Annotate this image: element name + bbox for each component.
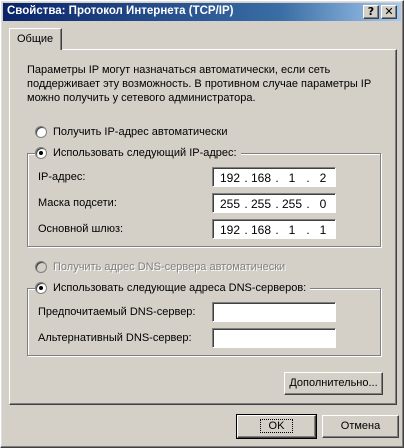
tab-general[interactable]: Общие <box>9 28 62 50</box>
cancel-button[interactable]: Отмена <box>322 415 399 438</box>
radio-dns-manual-button[interactable] <box>35 282 47 294</box>
default-gateway-label: Основной шлюз: <box>38 223 124 235</box>
advanced-button[interactable]: Дополнительно... <box>284 372 383 395</box>
ip-address-octet-2: 168 <box>250 171 272 185</box>
radio-ip-auto-button[interactable] <box>35 126 47 138</box>
radio-ip-manual[interactable]: Использовать следующий IP-адрес: <box>35 146 241 160</box>
help-button[interactable]: ? <box>363 5 379 19</box>
radio-dns-auto-label: Получить адрес DNS-сервера автоматически <box>53 261 286 273</box>
subnet-mask-octet-3: 255 <box>281 197 303 211</box>
alternate-dns-label: Альтернативный DNS-сервер: <box>38 332 192 344</box>
ip-address-octet-3: 1 <box>288 171 296 185</box>
preferred-dns-label: Предпочитаемый DNS-сервер: <box>38 306 196 318</box>
radio-dns-manual-label: Использовать следующие адреса DNS-сервер… <box>53 282 307 294</box>
close-button[interactable]: ✕ <box>381 5 397 19</box>
ip-address-input[interactable]: 192 . 168 . 1 . 2 <box>212 167 336 187</box>
preferred-dns-input[interactable] <box>212 302 336 322</box>
default-gateway-octet-1: 192 <box>219 223 241 237</box>
default-gateway-input[interactable]: 192 . 168 . 1 . 1 <box>212 219 336 239</box>
subnet-mask-label: Маска подсети: <box>38 197 117 209</box>
ok-button[interactable]: OK <box>236 414 317 439</box>
ip-address-octet-4: 2 <box>319 171 327 185</box>
default-gateway-octet-2: 168 <box>250 223 272 237</box>
subnet-mask-octet-2: 255 <box>250 197 272 211</box>
subnet-mask-octet-1: 255 <box>219 197 241 211</box>
ok-button-label: OK <box>259 419 294 433</box>
radio-dns-auto-button[interactable] <box>35 261 47 273</box>
tab-general-label: Общие <box>17 33 54 45</box>
radio-dns-auto[interactable]: Получить адрес DNS-сервера автоматически <box>35 260 290 274</box>
radio-ip-auto-label: Получить IP-адрес автоматически <box>53 126 228 138</box>
alternate-dns-input[interactable] <box>212 328 336 348</box>
radio-ip-manual-button[interactable] <box>35 147 47 159</box>
default-gateway-octet-3: 1 <box>288 223 296 237</box>
dialog-window: Свойства: Протокол Интернета (TCP/IP) ? … <box>0 0 404 448</box>
description-text: Параметры IP могут назначаться автоматич… <box>27 64 371 104</box>
default-gateway-octet-4: 1 <box>319 223 327 237</box>
radio-ip-manual-label: Использовать следующий IP-адрес: <box>53 147 237 159</box>
title-bar[interactable]: Свойства: Протокол Интернета (TCP/IP) ? … <box>3 3 401 21</box>
window-title: Свойства: Протокол Интернета (TCP/IP) <box>7 5 234 17</box>
ip-address-octet-1: 192 <box>219 171 241 185</box>
subnet-mask-octet-4: 0 <box>319 197 327 211</box>
radio-dns-manual[interactable]: Использовать следующие адреса DNS-сервер… <box>35 281 311 295</box>
radio-ip-auto[interactable]: Получить IP-адрес автоматически <box>35 125 232 139</box>
ip-address-label: IP-адрес: <box>38 171 86 183</box>
subnet-mask-input[interactable]: 255 . 255 . 255 . 0 <box>212 193 336 213</box>
